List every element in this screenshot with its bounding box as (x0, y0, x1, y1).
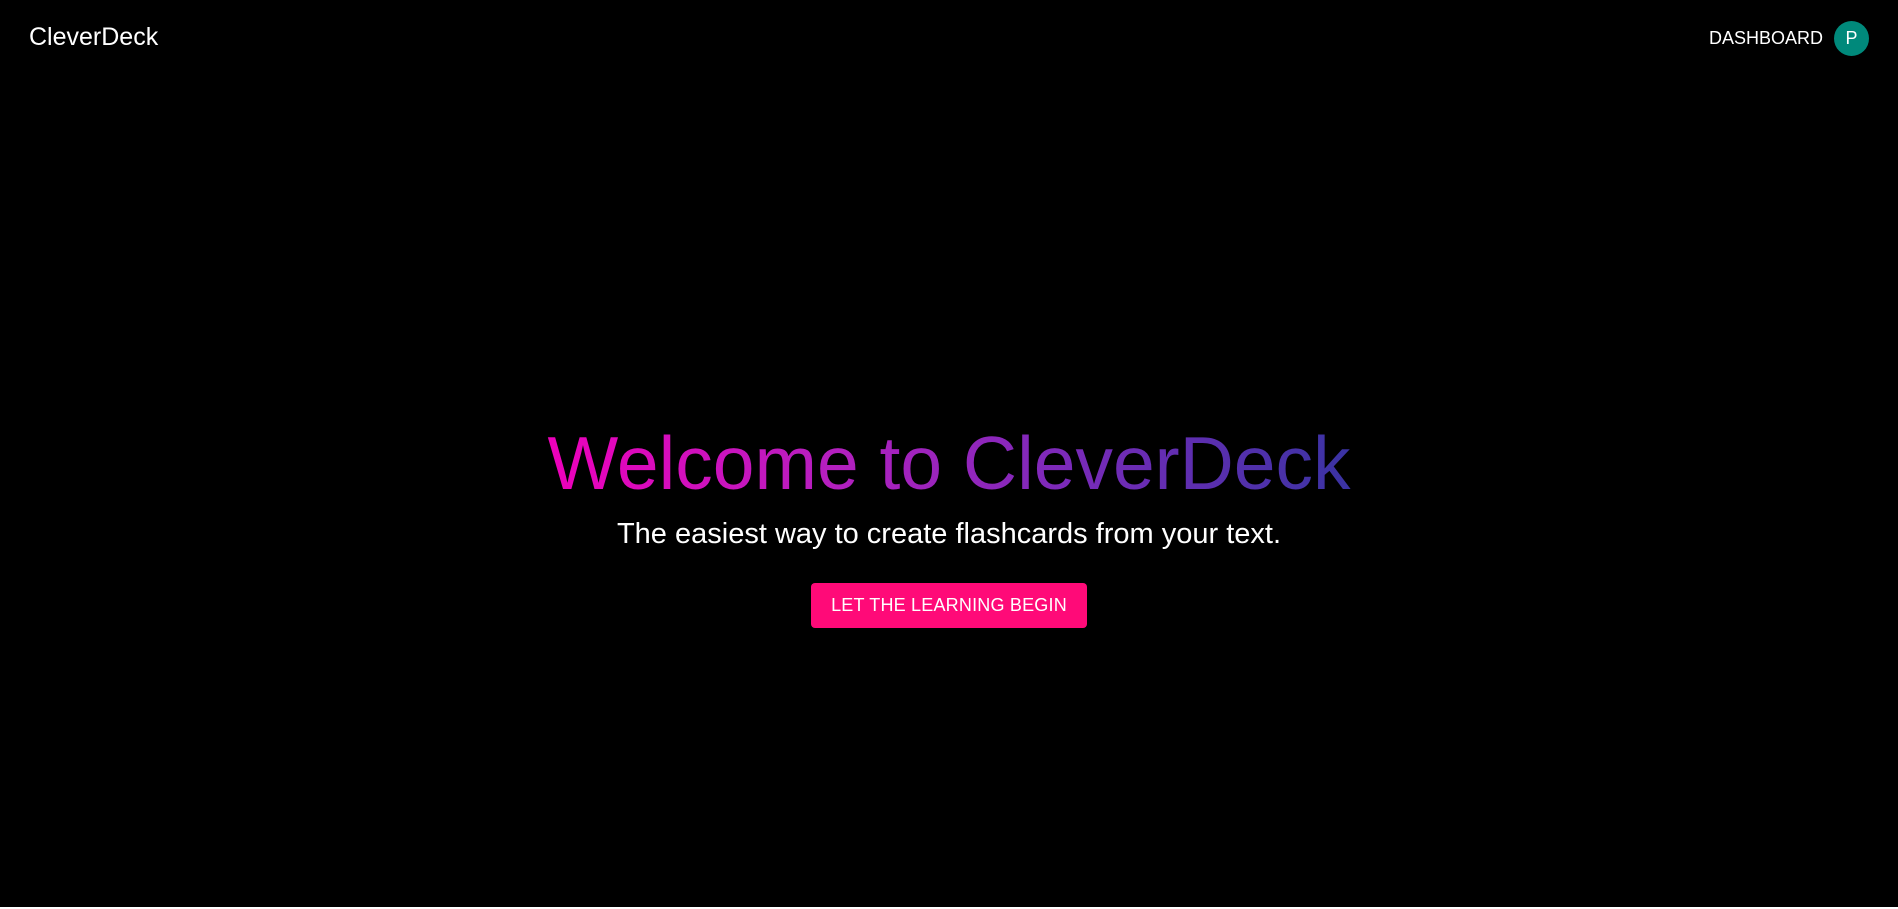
top-app-bar: CleverDeck DASHBOARD P (0, 0, 1898, 74)
let-the-learning-begin-button[interactable]: LET THE LEARNING BEGIN (811, 583, 1087, 628)
nav-right-group: DASHBOARD P (1709, 20, 1869, 56)
app-root: CleverDeck DASHBOARD P Welcome to Clever… (0, 0, 1898, 907)
brand-logo-text[interactable]: CleverDeck (29, 22, 158, 52)
hero-subtitle: The easiest way to create flashcards fro… (616, 518, 1282, 550)
hero-title: Welcome to CleverDeck (547, 421, 1351, 505)
user-avatar[interactable]: P (1834, 20, 1869, 56)
hero-section: Welcome to CleverDeck The easiest way to… (0, 420, 1898, 628)
dashboard-link[interactable]: DASHBOARD (1709, 26, 1823, 50)
avatar-initial: P (1845, 27, 1858, 48)
